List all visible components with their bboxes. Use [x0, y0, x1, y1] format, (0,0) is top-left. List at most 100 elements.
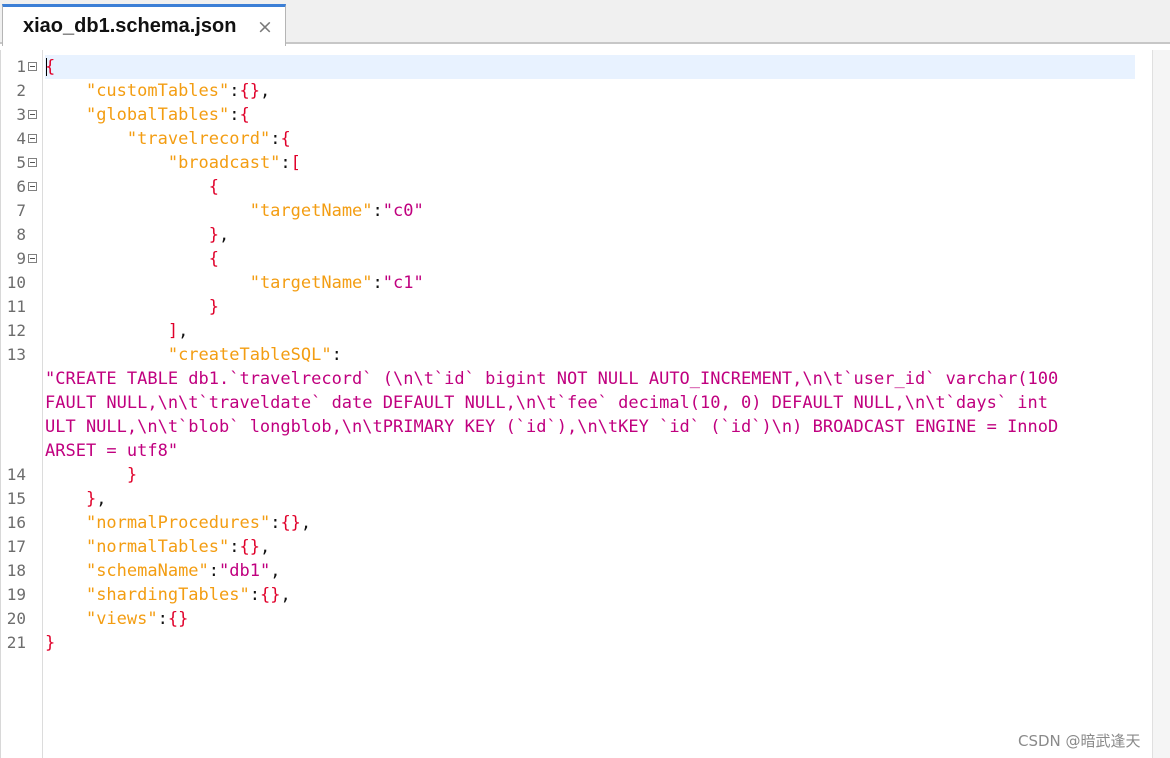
tab-title: xiao_db1.schema.json: [23, 15, 237, 37]
fold-toggle-icon[interactable]: [28, 182, 37, 191]
json-key: "targetName": [249, 201, 373, 221]
code-line: "broadcast":[: [45, 151, 301, 175]
line-number: 6: [16, 177, 26, 196]
code-line: {: [45, 175, 219, 199]
code-line: }: [45, 631, 55, 655]
code-line: "targetName":"c0": [45, 199, 424, 223]
code-line: },: [45, 223, 230, 247]
json-key: "normalProcedures": [85, 513, 271, 533]
fold-toggle-icon[interactable]: [28, 110, 37, 119]
line-number-gutter: 1 2 3 4 5 6 7 8 9 10 11 12 13 14 15 16 17 18 19 20 21: [1, 50, 43, 758]
code-area[interactable]: { "customTables":{}, "globalTables":{ "t…: [45, 55, 1151, 755]
json-key: "targetName": [249, 273, 373, 293]
json-bracket: }: [85, 489, 97, 509]
json-key: "travelrecord": [126, 129, 271, 149]
code-text: :: [270, 513, 281, 533]
code-line: "globalTables":{: [45, 103, 250, 127]
json-key: "normalTables": [85, 537, 230, 557]
code-text: :: [229, 81, 240, 101]
json-string: "c1": [382, 273, 424, 293]
fold-toggle-icon[interactable]: [28, 158, 37, 167]
close-icon[interactable]: ×: [257, 16, 273, 38]
line-number: 1: [16, 57, 26, 76]
json-bracket: {}: [280, 513, 301, 533]
line-number: 20: [6, 609, 26, 628]
code-text: ,: [219, 225, 230, 245]
code-line: ULT NULL,\n\t`blob` longblob,\n\tPRIMARY…: [45, 415, 1058, 439]
code-text: ,: [259, 81, 271, 101]
code-text: :: [372, 273, 383, 293]
vertical-scrollbar[interactable]: [1152, 50, 1170, 758]
code-text: :: [280, 153, 291, 173]
fold-toggle-icon[interactable]: [28, 62, 37, 71]
line-number: 19: [6, 585, 26, 604]
json-key: "globalTables": [85, 105, 230, 125]
code-text: :: [270, 129, 281, 149]
json-bracket: {}: [167, 609, 189, 629]
tab-schema-json[interactable]: xiao_db1.schema.json ×: [2, 4, 286, 46]
code-text: :: [229, 537, 240, 557]
json-bracket: {: [45, 57, 56, 77]
json-string: "db1": [219, 561, 271, 581]
code-line: "customTables":{},: [45, 79, 270, 103]
code-line: {: [45, 247, 219, 271]
line-number: 2: [16, 81, 26, 100]
json-bracket: {}: [259, 585, 281, 605]
code-text: :: [157, 609, 168, 629]
line-number: 9: [16, 249, 26, 268]
code-line: "schemaName":"db1",: [45, 559, 281, 583]
code-line: "normalProcedures":{},: [45, 511, 311, 535]
json-string: "c0": [382, 201, 424, 221]
code-editor[interactable]: 1 2 3 4 5 6 7 8 9 10 11 12 13 14 15 16 17 18 19 20 21 { "cus…: [0, 50, 1152, 758]
code-line: FAULT NULL,\n\t`traveldate` date DEFAULT…: [45, 391, 1048, 415]
line-number: 11: [6, 297, 26, 316]
line-number: 5: [16, 153, 26, 172]
code-text: :: [208, 561, 220, 581]
json-key: "views": [85, 609, 158, 629]
code-text: ,: [259, 537, 271, 557]
fold-toggle-icon[interactable]: [28, 254, 37, 263]
fold-toggle-icon[interactable]: [28, 134, 37, 143]
line-number: 4: [16, 129, 26, 148]
line-number: 17: [6, 537, 26, 556]
code-line: {: [45, 55, 55, 79]
line-number: 12: [6, 321, 26, 340]
code-line: }: [45, 463, 137, 487]
json-bracket: {: [280, 129, 291, 149]
code-line: "shardingTables":{},: [45, 583, 291, 607]
code-text: ,: [96, 489, 107, 509]
json-bracket: [: [290, 153, 301, 173]
line-number: 10: [6, 273, 26, 292]
json-key: "createTableSQL": [167, 345, 332, 365]
line-number: 18: [6, 561, 26, 580]
code-text: :: [229, 105, 240, 125]
json-bracket: }: [208, 297, 220, 317]
code-text: ,: [280, 585, 291, 605]
code-text: ,: [300, 513, 312, 533]
watermark: CSDN @暗武逢天: [1018, 732, 1141, 750]
json-bracket: {}: [239, 81, 260, 101]
json-key: "shardingTables": [85, 585, 250, 605]
json-key: "schemaName": [85, 561, 209, 581]
line-number: 8: [16, 225, 26, 244]
line-number: 14: [6, 465, 26, 484]
code-line: "CREATE TABLE db1.`travelrecord` (\n\t`i…: [45, 367, 1058, 391]
code-line: "targetName":"c1": [45, 271, 424, 295]
code-text: ,: [178, 321, 189, 341]
json-key: "broadcast": [167, 153, 281, 173]
code-line: },: [45, 487, 107, 511]
